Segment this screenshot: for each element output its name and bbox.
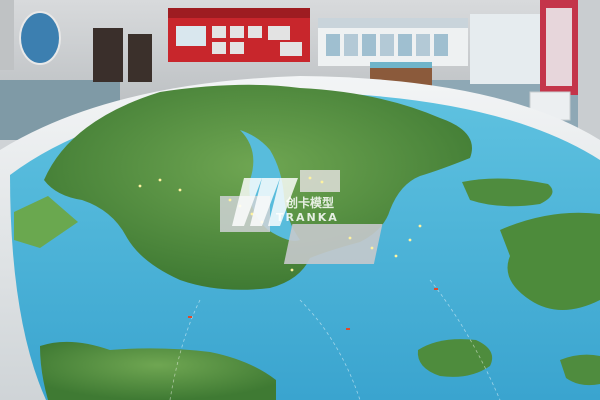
exhibit-photo-7 xyxy=(230,42,244,54)
exhibit-white-photo-2 xyxy=(344,34,358,56)
city-block xyxy=(300,170,340,192)
exhibit-photo-5 xyxy=(268,26,290,40)
exhibit-photo-6 xyxy=(212,42,226,54)
exhibit-white-photo-1 xyxy=(326,34,340,56)
exhibit-white-photo-5 xyxy=(398,34,412,56)
left-wall-panel xyxy=(0,0,14,70)
exhibit-white-photo-6 xyxy=(416,34,430,56)
exhibit-photo-2 xyxy=(212,26,226,38)
exhibit-white-header xyxy=(318,18,468,28)
round-display xyxy=(19,11,61,65)
exhibit-photo-1 xyxy=(176,26,206,46)
right-wall xyxy=(578,0,600,140)
door-left xyxy=(93,28,123,82)
exhibit-white-photo-4 xyxy=(380,34,394,56)
exhibit-white-photo-3 xyxy=(362,34,376,56)
exhibit-photo-3 xyxy=(230,26,244,38)
exhibit-photo-4 xyxy=(248,26,262,38)
exhibit-red-header xyxy=(168,8,310,18)
door-right xyxy=(128,34,152,82)
exhibit-tall-poster-inner xyxy=(546,8,572,86)
exhibit-white-photo-7 xyxy=(434,34,448,56)
display-case-top xyxy=(370,62,432,68)
watermark-brand-text: TRANKA xyxy=(276,211,339,224)
exhibit-photo-8 xyxy=(280,42,302,56)
exhibit-side-panel xyxy=(470,14,540,84)
port-area xyxy=(283,224,383,264)
watermark-chinese-text: 创卡模型 xyxy=(286,196,335,210)
